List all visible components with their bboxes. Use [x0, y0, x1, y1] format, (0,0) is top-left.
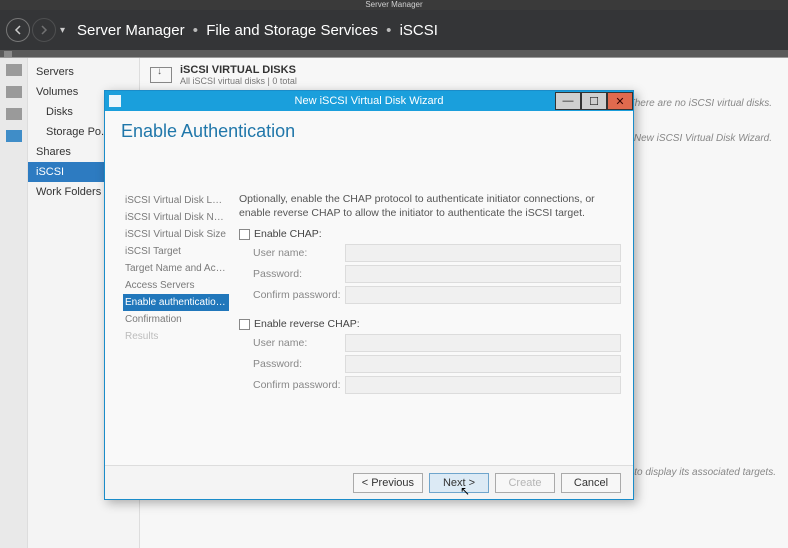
- rchap-pass-label: Password:: [253, 358, 345, 370]
- step-name[interactable]: iSCSI Virtual Disk Name: [123, 209, 229, 226]
- chap-cpass-label: Confirm password:: [253, 289, 345, 301]
- minimize-button[interactable]: —: [555, 92, 581, 110]
- virtual-disk-icon: [150, 67, 172, 83]
- forward-button[interactable]: [32, 18, 56, 42]
- chap-user-input[interactable]: [345, 244, 621, 262]
- rail-iscsi-icon[interactable]: [6, 130, 22, 142]
- rail-servers-icon[interactable]: [6, 64, 22, 76]
- next-button[interactable]: Next > ↖: [429, 473, 489, 493]
- step-target-name[interactable]: Target Name and Access: [123, 260, 229, 277]
- step-results: Results: [123, 328, 229, 345]
- create-button: Create: [495, 473, 555, 493]
- wizard-title: New iSCSI Virtual Disk Wizard: [295, 95, 444, 107]
- previous-button[interactable]: < Previous: [353, 473, 423, 493]
- wizard-icon: [109, 95, 121, 107]
- wizard-footer: < Previous Next > ↖ Create Cancel: [105, 465, 633, 499]
- step-location[interactable]: iSCSI Virtual Disk Location: [123, 192, 229, 209]
- rchap-cpass-label: Confirm password:: [253, 379, 345, 391]
- breadcrumb: Server Manager • File and Storage Servic…: [77, 22, 438, 39]
- breadcrumb-lvl0[interactable]: Server Manager: [77, 22, 185, 39]
- breadcrumb-dropdown-icon[interactable]: ▾: [60, 25, 65, 36]
- rchap-cpass-input[interactable]: [345, 376, 621, 394]
- step-size[interactable]: iSCSI Virtual Disk Size: [123, 226, 229, 243]
- wizard-dialog: New iSCSI Virtual Disk Wizard — ☐ ✕ Enab…: [104, 90, 634, 500]
- step-access-servers[interactable]: Access Servers: [123, 277, 229, 294]
- wizard-description: Optionally, enable the CHAP protocol to …: [239, 192, 621, 220]
- section-subtitle: All iSCSI virtual disks | 0 total: [180, 76, 297, 86]
- enable-chap-checkbox[interactable]: [239, 229, 250, 240]
- chap-cpass-input[interactable]: [345, 286, 621, 304]
- header: ▾ Server Manager • File and Storage Serv…: [0, 10, 788, 50]
- enable-rchap-label: Enable reverse CHAP:: [254, 318, 360, 330]
- close-button[interactable]: ✕: [607, 92, 633, 110]
- wizard-content: Optionally, enable the CHAP protocol to …: [235, 142, 633, 403]
- cursor-icon: ↖: [460, 484, 470, 498]
- chap-pass-label: Password:: [253, 268, 345, 280]
- chap-pass-input[interactable]: [345, 265, 621, 283]
- cancel-button[interactable]: Cancel: [561, 473, 621, 493]
- wizard-steps: iSCSI Virtual Disk Location iSCSI Virtua…: [105, 142, 235, 403]
- app-title-bar: Server Manager: [0, 0, 788, 10]
- step-target[interactable]: iSCSI Target: [123, 243, 229, 260]
- maximize-button[interactable]: ☐: [581, 92, 607, 110]
- breadcrumb-lvl1[interactable]: File and Storage Services: [206, 22, 378, 39]
- rchap-pass-input[interactable]: [345, 355, 621, 373]
- wizard-title-bar[interactable]: New iSCSI Virtual Disk Wizard — ☐ ✕: [105, 91, 633, 111]
- hint2-msg: VHD to display its associated targets.: [610, 467, 776, 478]
- rail-volumes-icon[interactable]: [6, 86, 22, 98]
- enable-rchap-checkbox[interactable]: [239, 319, 250, 330]
- wizard-heading: Enable Authentication: [105, 111, 633, 142]
- rail-disks-icon[interactable]: [6, 108, 22, 120]
- icon-rail: [0, 58, 28, 548]
- step-confirmation[interactable]: Confirmation: [123, 311, 229, 328]
- section-title: iSCSI VIRTUAL DISKS: [180, 64, 297, 76]
- rchap-user-label: User name:: [253, 337, 345, 349]
- ribbon-icon: [4, 51, 12, 57]
- sidebar-item-servers[interactable]: Servers: [28, 62, 139, 82]
- step-enable-auth[interactable]: Enable authentication ser...: [123, 294, 229, 311]
- enable-chap-label: Enable CHAP:: [254, 228, 322, 240]
- rchap-user-input[interactable]: [345, 334, 621, 352]
- ribbon: [0, 50, 788, 58]
- back-button[interactable]: [6, 18, 30, 42]
- breadcrumb-lvl2[interactable]: iSCSI: [400, 22, 438, 39]
- chap-user-label: User name:: [253, 247, 345, 259]
